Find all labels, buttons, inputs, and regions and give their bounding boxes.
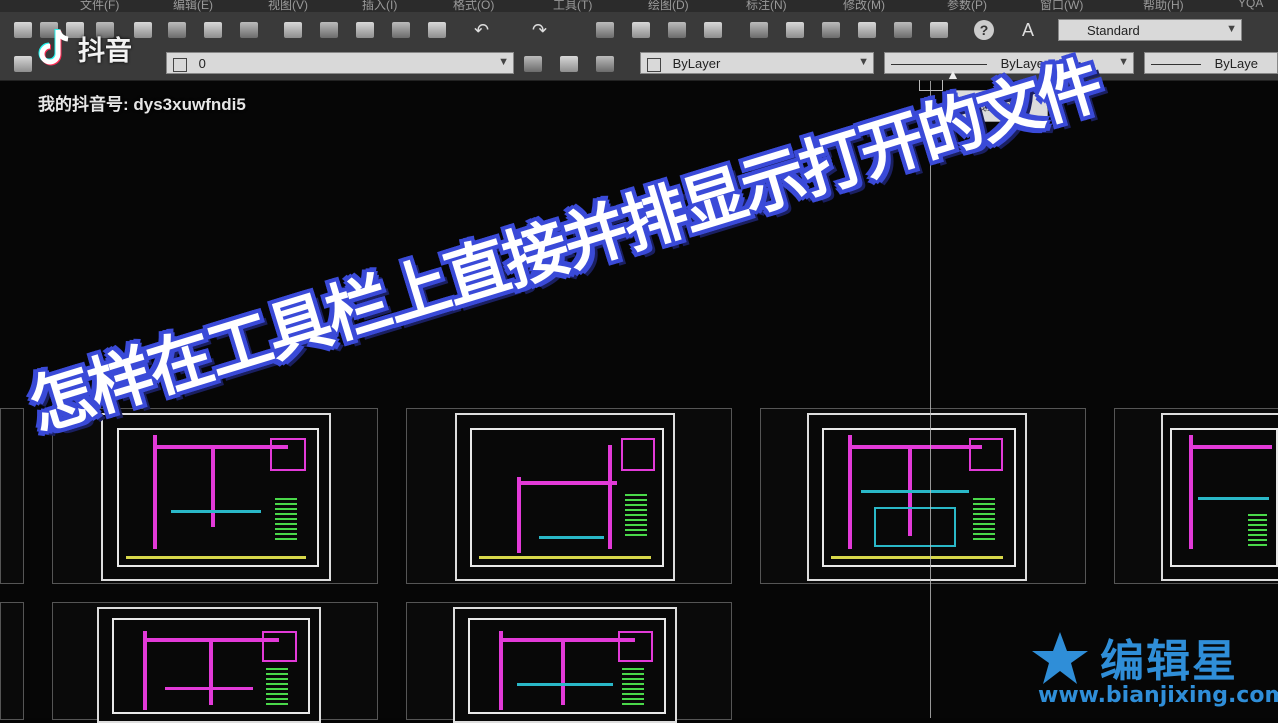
- paste-icon[interactable]: [356, 22, 374, 38]
- menu-insert[interactable]: 插入(I): [362, 0, 397, 12]
- menu-draw[interactable]: 绘图(D): [648, 0, 689, 12]
- markup-icon[interactable]: [894, 22, 912, 38]
- lineweight-value: ByLaye: [1214, 56, 1258, 71]
- linetype-preview: [891, 64, 987, 66]
- drawing-sheet: [1114, 408, 1278, 584]
- block-editor-icon[interactable]: [428, 22, 446, 38]
- floor-plan: [807, 413, 1027, 581]
- menu-tools[interactable]: 工具(T): [553, 0, 592, 12]
- floor-plan: [97, 607, 321, 723]
- color-control-select[interactable]: ByLayer ▼: [640, 52, 874, 74]
- chevron-down-icon: ▼: [1226, 23, 1237, 35]
- star-icon: [1032, 632, 1088, 684]
- menu-help[interactable]: 帮助(H): [1143, 0, 1184, 12]
- match-properties-icon[interactable]: [392, 22, 410, 38]
- zoom-realtime-icon[interactable]: [632, 22, 650, 38]
- layer-previous-icon[interactable]: [560, 56, 578, 72]
- text-style-icon[interactable]: A: [1022, 20, 1034, 41]
- cut-icon[interactable]: [284, 22, 302, 38]
- print-icon[interactable]: [134, 22, 152, 38]
- help-icon[interactable]: ?: [974, 20, 994, 40]
- drawing-sheet: [0, 602, 24, 720]
- lineweight-control-select[interactable]: ByLaye: [1144, 52, 1278, 74]
- redo-icon[interactable]: ↷: [532, 20, 547, 41]
- watermark-url: www.bianjixing.com: [1038, 683, 1278, 708]
- color-value: ByLayer: [672, 56, 721, 71]
- menu-format[interactable]: 格式(O): [453, 0, 494, 12]
- zoom-window-icon[interactable]: [668, 22, 686, 38]
- douyin-account-id: 我的抖音号: dys3xuwfndi5: [38, 95, 246, 114]
- menu-parameter[interactable]: 参数(P): [947, 0, 987, 12]
- drawing-sheet: [406, 408, 732, 584]
- watermark-brand: 编辑星: [1100, 636, 1238, 687]
- menu-file[interactable]: 文件(F): [80, 0, 119, 12]
- drawing-sheet: [760, 408, 1086, 584]
- floor-plan: [101, 413, 331, 581]
- drawing-sheet: [52, 408, 378, 584]
- print-preview-icon[interactable]: [168, 22, 186, 38]
- text-style-value: Standard: [1087, 23, 1140, 38]
- drawing-sheet: [0, 408, 24, 584]
- chevron-down-icon: ▼: [858, 56, 869, 68]
- drawing-sheet: [52, 602, 378, 723]
- floor-plan: [455, 413, 675, 581]
- chevron-down-icon: ▼: [498, 56, 509, 68]
- douyin-logo-icon: [38, 29, 69, 66]
- copy-icon[interactable]: [320, 22, 338, 38]
- publish-icon[interactable]: [204, 22, 222, 38]
- layer-color-swatch: [173, 57, 187, 72]
- plot-icon[interactable]: [240, 22, 258, 38]
- douyin-app-name: 抖音: [78, 35, 132, 66]
- sheet-set-icon[interactable]: [858, 22, 876, 38]
- properties-icon[interactable]: [750, 22, 768, 38]
- menu-view[interactable]: 视图(V): [268, 0, 308, 12]
- tool-palettes-icon[interactable]: [822, 22, 840, 38]
- menu-modify[interactable]: 修改(M): [843, 0, 885, 12]
- menu-edit[interactable]: 编辑(E): [173, 0, 213, 12]
- zoom-previous-icon[interactable]: [704, 22, 722, 38]
- text-style-select[interactable]: Standard ▼: [1058, 19, 1242, 41]
- new-file-icon[interactable]: [14, 22, 32, 38]
- pan-icon[interactable]: [596, 22, 614, 38]
- layer-select[interactable]: 0 ▼: [166, 52, 514, 74]
- undo-icon[interactable]: ↶: [474, 20, 489, 41]
- color-swatch: [647, 57, 661, 72]
- lineweight-preview: [1151, 64, 1201, 66]
- calculator-icon[interactable]: [930, 22, 948, 38]
- drawing-sheet: [406, 602, 732, 723]
- floor-plan: [1161, 413, 1278, 581]
- menu-yqa[interactable]: YQA: [1238, 0, 1263, 10]
- design-center-icon[interactable]: [786, 22, 804, 38]
- layer-value: 0: [198, 56, 206, 71]
- menu-dimension[interactable]: 标注(N): [746, 0, 787, 12]
- menu-window[interactable]: 窗口(W): [1040, 0, 1083, 12]
- chevron-down-icon: ▼: [1118, 56, 1129, 68]
- layer-manager-icon[interactable]: [14, 56, 32, 72]
- make-current-layer-icon[interactable]: [524, 56, 542, 72]
- layer-states-icon[interactable]: [596, 56, 614, 72]
- menu-bar: 文件(F) 编辑(E) 视图(V) 插入(I) 格式(O) 工具(T) 绘图(D…: [0, 0, 1278, 12]
- douyin-watermark: 抖音: [38, 28, 132, 68]
- floor-plan: [453, 607, 677, 723]
